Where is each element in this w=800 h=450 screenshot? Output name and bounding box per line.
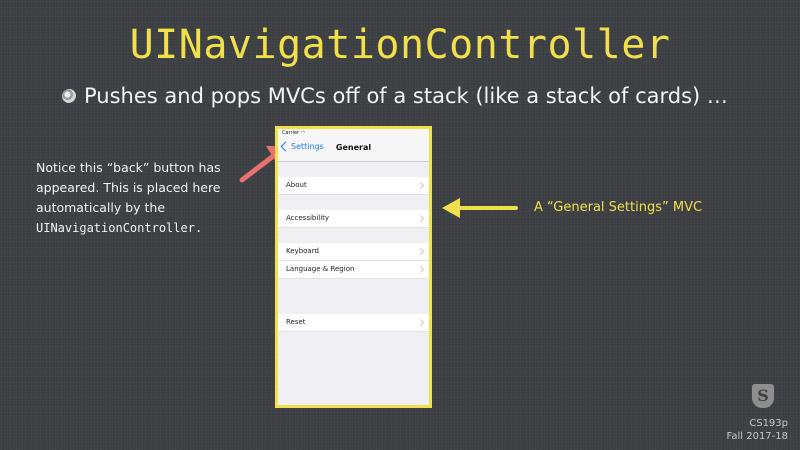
note-line: automatically by the <box>36 200 166 215</box>
row-label: Keyboard <box>286 247 319 255</box>
mvc-label: A “General Settings” MVC <box>534 200 703 215</box>
carrier-label: Carrier <box>282 130 300 136</box>
settings-row-about[interactable]: About <box>278 177 429 195</box>
chevron-right-icon <box>416 265 425 274</box>
stanford-logo: S <box>752 384 774 408</box>
settings-row-reset[interactable]: Reset <box>278 314 429 332</box>
settings-row-keyboard[interactable]: Keyboard <box>278 243 429 261</box>
status-bar: Carrier ◠ <box>278 129 429 137</box>
back-button-note: Notice this “back” button has appeared. … <box>36 158 266 238</box>
bullet-icon <box>62 89 76 103</box>
phone-screenshot: Carrier ◠ Settings General About Accessi… <box>275 126 432 408</box>
note-line: UINavigationController. <box>36 221 203 235</box>
note-line: Notice this “back” button has <box>36 160 221 175</box>
settings-row-accessibility[interactable]: Accessibility <box>278 210 429 228</box>
row-label: About <box>286 181 307 189</box>
course-code: CS193p <box>749 418 788 429</box>
bullet-text: Pushes and pops MVCs off of a stack (lik… <box>84 84 728 108</box>
row-label: Reset <box>286 318 306 326</box>
wifi-icon: ◠ <box>300 130 306 136</box>
note-line: appeared. This is placed here <box>36 180 221 195</box>
row-label: Accessibility <box>286 214 330 222</box>
chevron-right-icon <box>416 247 425 256</box>
slide-title: UINavigationController <box>129 22 671 68</box>
navigation-bar: Settings General <box>278 137 429 162</box>
chevron-right-icon <box>416 181 425 190</box>
settings-row-language-region[interactable]: Language & Region <box>278 261 429 279</box>
bullet-row: Pushes and pops MVCs off of a stack (lik… <box>62 84 728 108</box>
yellow-arrow-icon <box>442 198 518 218</box>
nav-title: General <box>335 143 372 152</box>
row-label: Language & Region <box>286 265 355 273</box>
chevron-right-icon <box>416 214 425 223</box>
chevron-right-icon <box>416 318 425 327</box>
course-info: CS193p Fall 2017-18 <box>727 417 788 443</box>
course-term: Fall 2017-18 <box>726 431 788 442</box>
